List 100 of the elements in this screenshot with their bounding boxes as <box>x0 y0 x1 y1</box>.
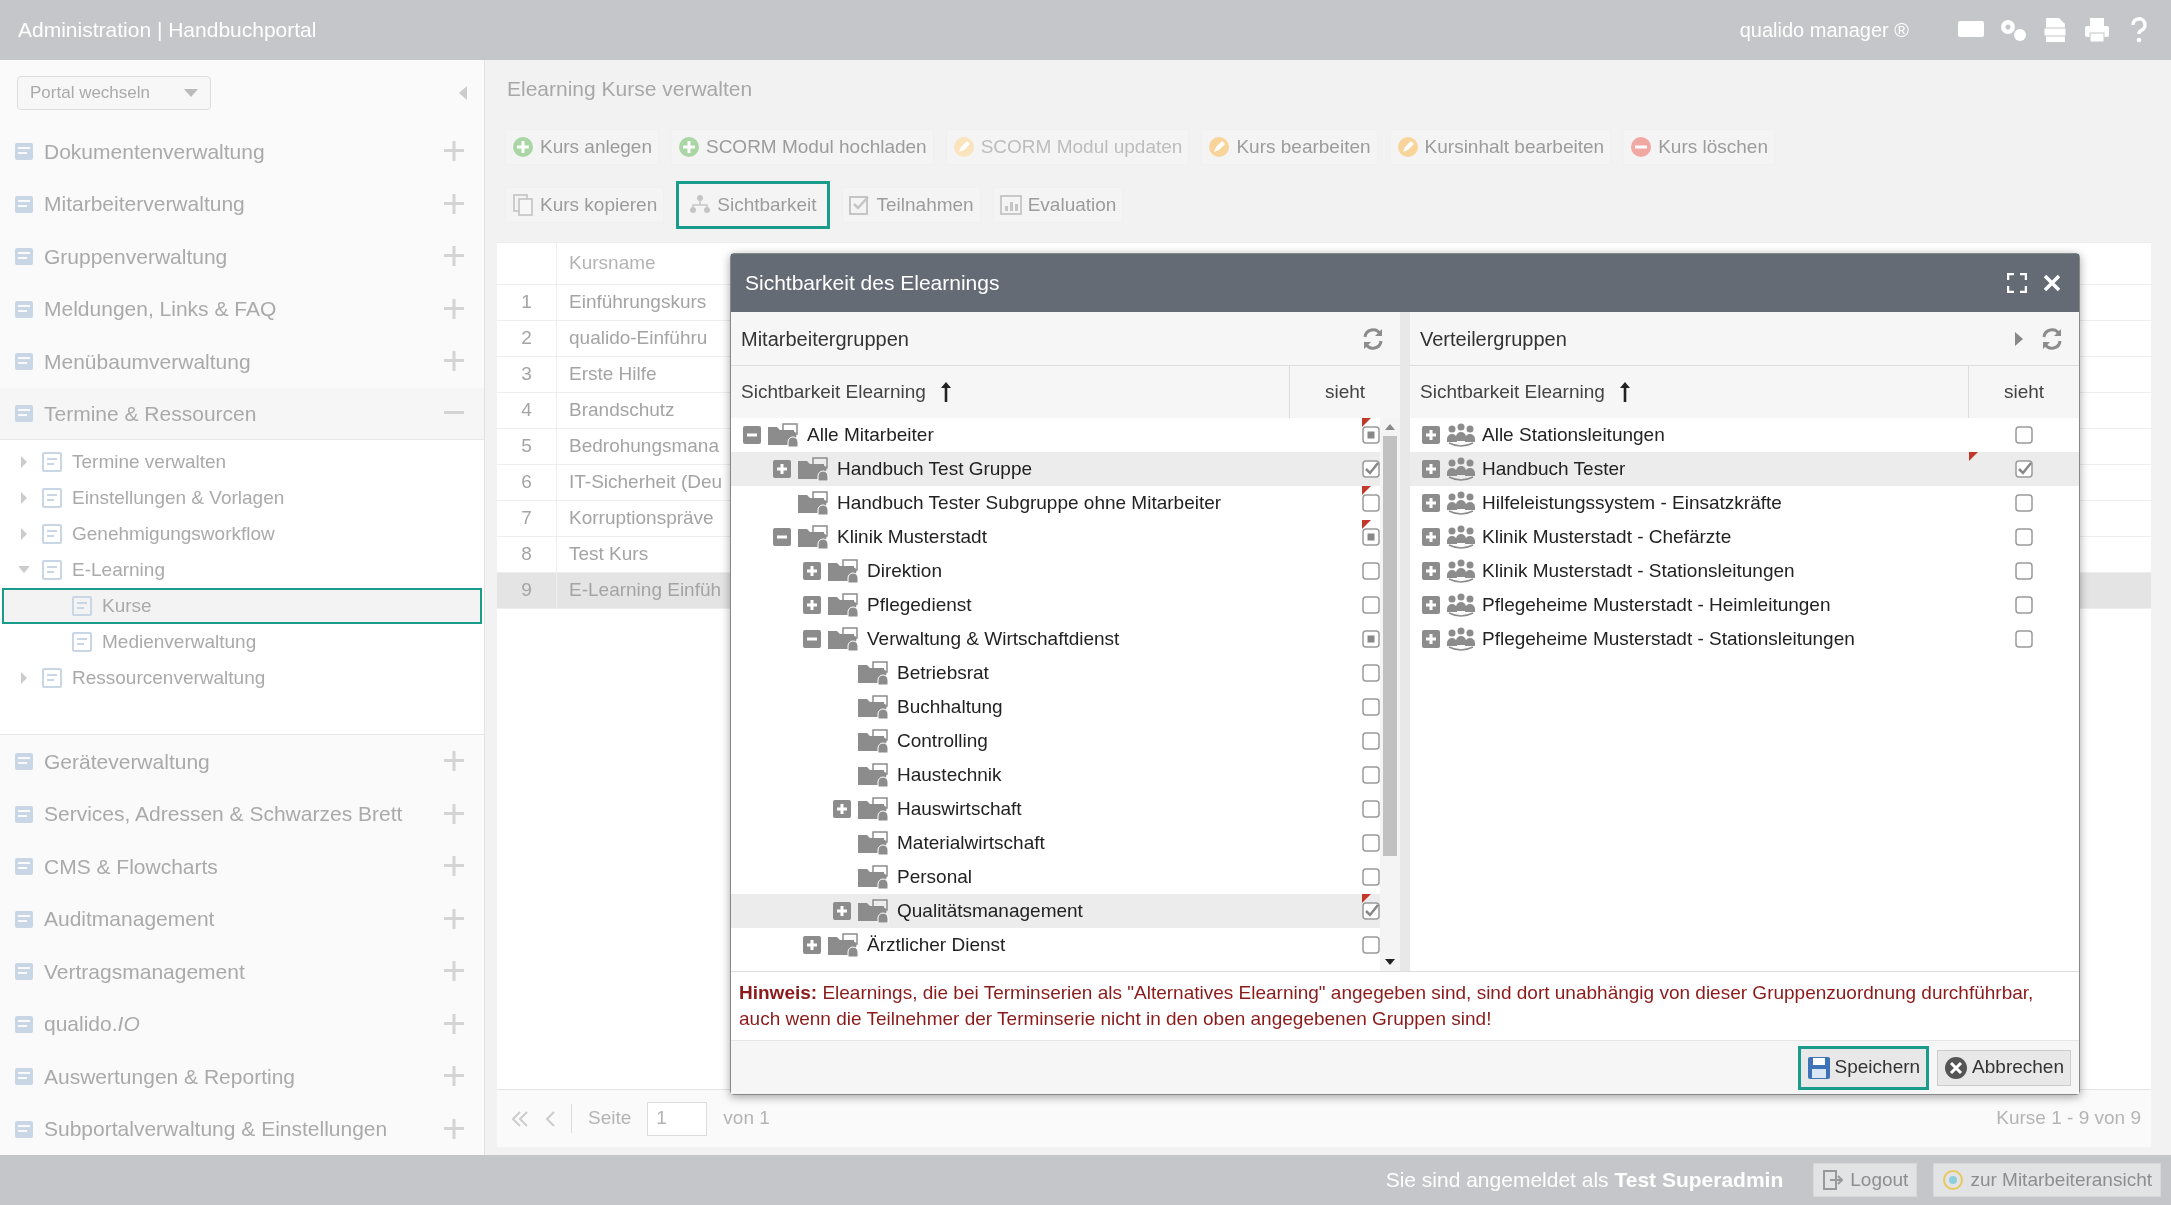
dialog-button[interactable]: Abbrechen <box>1937 1049 2071 1086</box>
tree-item[interactable]: E-Learning <box>2 552 482 588</box>
checkbox[interactable] <box>1362 494 1380 512</box>
collapse-icon[interactable] <box>743 426 761 444</box>
collapse-icon[interactable] <box>459 85 467 100</box>
checkbox[interactable] <box>1362 868 1380 886</box>
tree-item[interactable]: Termine verwalten <box>2 444 482 480</box>
checkbox[interactable] <box>1362 630 1380 648</box>
sidebar-item[interactable]: Services, Adressen & Schwarzes Brett <box>0 787 484 840</box>
checkbox[interactable] <box>1362 664 1380 682</box>
expand-icon[interactable] <box>444 961 464 982</box>
column-header[interactable]: Kursname <box>557 249 656 278</box>
sidebar-item[interactable]: qualido.IO <box>0 997 484 1050</box>
toolbar-button[interactable]: Sichtbarkeit <box>676 181 830 229</box>
expand-icon[interactable] <box>444 1066 464 1087</box>
status-button[interactable]: zur Mitarbeiteransicht <box>1933 1163 2161 1197</box>
sidebar-item[interactable]: Geräteverwaltung <box>0 735 484 788</box>
checkbox[interactable] <box>1362 936 1380 954</box>
expand-icon[interactable] <box>444 246 464 267</box>
checkbox[interactable] <box>1362 562 1380 580</box>
checkbox[interactable] <box>1362 766 1380 784</box>
scrollbar[interactable] <box>1380 418 1400 971</box>
checkbox[interactable] <box>2015 596 2033 614</box>
group-row[interactable]: Direktion <box>731 554 1380 588</box>
group-row[interactable]: Qualitätsmanagement <box>731 894 1380 928</box>
checkbox[interactable] <box>2015 426 2033 444</box>
expand-icon[interactable] <box>803 596 821 614</box>
group-row[interactable]: Materialwirtschaft <box>731 826 1380 860</box>
group-row[interactable]: Klinik Musterstadt - Stationsleitungen <box>1410 554 2079 588</box>
checkbox[interactable] <box>1362 834 1380 852</box>
expand-icon[interactable] <box>444 141 464 162</box>
group-row[interactable]: Hauswirtschaft <box>731 792 1380 826</box>
column-header[interactable]: Sichtbarkeit Elearning <box>1410 366 1969 418</box>
checkbox[interactable] <box>1362 426 1380 444</box>
checkbox[interactable] <box>2015 460 2033 478</box>
checkbox[interactable] <box>1362 902 1380 920</box>
sidebar-item[interactable]: Auswertungen & Reporting <box>0 1050 484 1103</box>
column-header[interactable]: Sichtbarkeit Elearning <box>731 366 1290 418</box>
expand-icon[interactable] <box>1422 596 1440 614</box>
expand-icon[interactable] <box>1422 528 1440 546</box>
column-header[interactable]: sieht <box>1290 366 1400 418</box>
group-row[interactable]: Buchhaltung <box>731 690 1380 724</box>
tree-item[interactable]: Kurse <box>2 588 482 624</box>
expand-icon[interactable] <box>1422 630 1440 648</box>
group-row[interactable]: Hilfeleistungssystem - Einsatzkräfte <box>1410 486 2079 520</box>
group-row[interactable]: Klinik Musterstadt - Chefärzte <box>1410 520 2079 554</box>
expand-icon[interactable] <box>444 751 464 772</box>
expand-icon[interactable] <box>803 936 821 954</box>
tree-item[interactable]: Einstellungen & Vorlagen <box>2 480 482 516</box>
expand-icon[interactable] <box>1422 460 1440 478</box>
expand-icon[interactable] <box>1422 494 1440 512</box>
expand-icon[interactable] <box>803 562 821 580</box>
sidebar-item[interactable]: Vertragsmanagement <box>0 945 484 998</box>
print-icon[interactable] <box>2083 16 2111 44</box>
group-row[interactable]: Ärztlicher Dienst <box>731 928 1380 962</box>
checkbox[interactable] <box>1362 800 1380 818</box>
expand-icon[interactable] <box>833 800 851 818</box>
collapse-icon[interactable] <box>803 630 821 648</box>
tree-item[interactable]: Ressourcenverwaltung <box>2 660 482 696</box>
group-row[interactable]: Betriebsrat <box>731 656 1380 690</box>
group-row[interactable]: Verwaltung & Wirtschaftdienst <box>731 622 1380 656</box>
checkbox[interactable] <box>2015 528 2033 546</box>
group-row[interactable]: Controlling <box>731 724 1380 758</box>
sidebar-item[interactable]: Termine & Ressourcen <box>0 387 484 440</box>
sidebar-item[interactable]: CMS & Flowcharts <box>0 840 484 893</box>
checkbox[interactable] <box>1362 698 1380 716</box>
group-row[interactable]: Klinik Musterstadt <box>731 520 1380 554</box>
document-icon[interactable] <box>2041 16 2069 44</box>
sidebar-item[interactable]: Auditmanagement <box>0 892 484 945</box>
group-row[interactable]: Handbuch Tester Subgruppe ohne Mitarbeiter <box>731 486 1380 520</box>
expand-icon[interactable] <box>444 298 464 319</box>
group-row[interactable]: Alle Mitarbeiter <box>731 418 1380 452</box>
checkbox[interactable] <box>1362 732 1380 750</box>
checkbox[interactable] <box>1362 596 1380 614</box>
group-row[interactable]: Handbuch Tester <box>1410 452 2079 486</box>
expand-icon[interactable] <box>444 908 464 929</box>
page-field[interactable]: 1 <box>647 1101 708 1136</box>
checkbox[interactable] <box>1362 460 1380 478</box>
column-header[interactable]: sieht <box>1969 366 2079 418</box>
group-row[interactable]: Handbuch Test Gruppe <box>731 452 1380 486</box>
expand-icon[interactable] <box>444 193 464 214</box>
sidebar-item[interactable]: Dokumentenverwaltung <box>0 125 484 178</box>
checkbox[interactable] <box>2015 494 2033 512</box>
checkbox[interactable] <box>2015 630 2033 648</box>
expand-icon[interactable] <box>1422 562 1440 580</box>
sidebar-item[interactable]: Menübaumverwaltung <box>0 335 484 388</box>
expand-icon[interactable] <box>444 803 464 824</box>
group-row[interactable]: Personal <box>731 860 1380 894</box>
refresh-icon[interactable] <box>2041 327 2063 350</box>
tree-item[interactable]: Genehmigungsworkflow <box>2 516 482 552</box>
expand-icon[interactable] <box>1422 426 1440 444</box>
tree-item[interactable]: Medienverwaltung <box>2 624 482 660</box>
group-row[interactable]: Pflegedienst <box>731 588 1380 622</box>
expand-icon[interactable] <box>444 351 464 372</box>
sidebar-item[interactable]: Subportalverwaltung & Einstellungen <box>0 1102 484 1155</box>
maximize-icon[interactable] <box>2007 273 2027 293</box>
sidebar-item[interactable]: Meldungen, Links & FAQ <box>0 282 484 335</box>
close-icon[interactable] <box>2043 274 2061 292</box>
expand-icon[interactable] <box>444 1013 464 1034</box>
checkbox[interactable] <box>2015 562 2033 580</box>
